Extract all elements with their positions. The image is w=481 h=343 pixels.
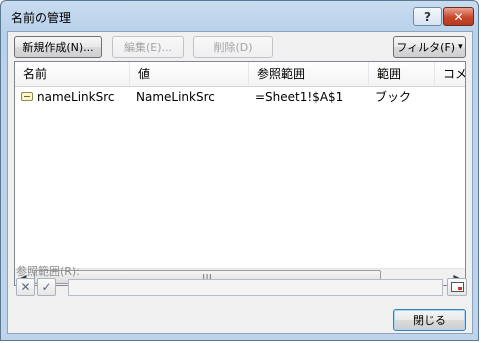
range-select-icon <box>450 282 464 292</box>
help-button[interactable]: ? <box>413 7 442 26</box>
cancel-icon: ✕ <box>20 280 31 294</box>
check-icon: ✓ <box>41 280 52 294</box>
window-title: 名前の管理 <box>11 11 72 25</box>
header-comment[interactable]: コメ <box>435 62 465 86</box>
list-header: 名前 値 参照範囲 範囲 コメ <box>15 62 465 87</box>
collapse-dialog-button[interactable] <box>447 278 467 296</box>
close-button[interactable]: 閉じる <box>393 309 466 331</box>
chevron-down-icon: ▾ <box>458 42 463 52</box>
header-scope[interactable]: 範囲 <box>369 62 435 86</box>
row-scope: ブック <box>375 90 412 104</box>
new-button[interactable]: 新規作成(N)... <box>14 36 102 58</box>
delete-button[interactable]: 削除(D) <box>193 36 273 58</box>
help-icon: ? <box>424 9 431 24</box>
header-name[interactable]: 名前 <box>15 62 130 86</box>
name-manager-dialog: 名前の管理 ? ✕ 新規作成(N)... 編集(E)... 削除(D) フィルタ… <box>0 0 479 341</box>
table-row[interactable]: nameLinkSrc NameLinkSrc =Sheet1!$A$1 ブック <box>15 88 465 106</box>
header-value[interactable]: 値 <box>130 62 249 86</box>
filter-label: フィルタ(F) <box>396 41 456 54</box>
filter-button[interactable]: フィルタ(F) ▾ <box>393 36 466 58</box>
row-value: NameLinkSrc <box>136 90 215 104</box>
close-icon: ✕ <box>453 9 464 24</box>
dialog-body: 新規作成(N)... 編集(E)... 削除(D) フィルタ(F) ▾ 名前 値… <box>7 31 473 334</box>
cancel-edit-button[interactable]: ✕ <box>16 278 35 296</box>
refers-to-label: 参照範囲(R): <box>16 265 80 278</box>
named-range-icon <box>21 92 33 101</box>
confirm-edit-button[interactable]: ✓ <box>37 278 56 296</box>
refers-to-input[interactable] <box>68 279 443 296</box>
window-close-button[interactable]: ✕ <box>443 7 474 26</box>
names-list[interactable]: 名前 値 参照範囲 範囲 コメ nameLinkSrc NameLinkSrc … <box>14 61 466 286</box>
header-refers-to[interactable]: 参照範囲 <box>249 62 369 86</box>
row-refers-to: =Sheet1!$A$1 <box>255 90 344 104</box>
edit-button[interactable]: 編集(E)... <box>112 36 184 58</box>
row-name: nameLinkSrc <box>37 90 115 104</box>
